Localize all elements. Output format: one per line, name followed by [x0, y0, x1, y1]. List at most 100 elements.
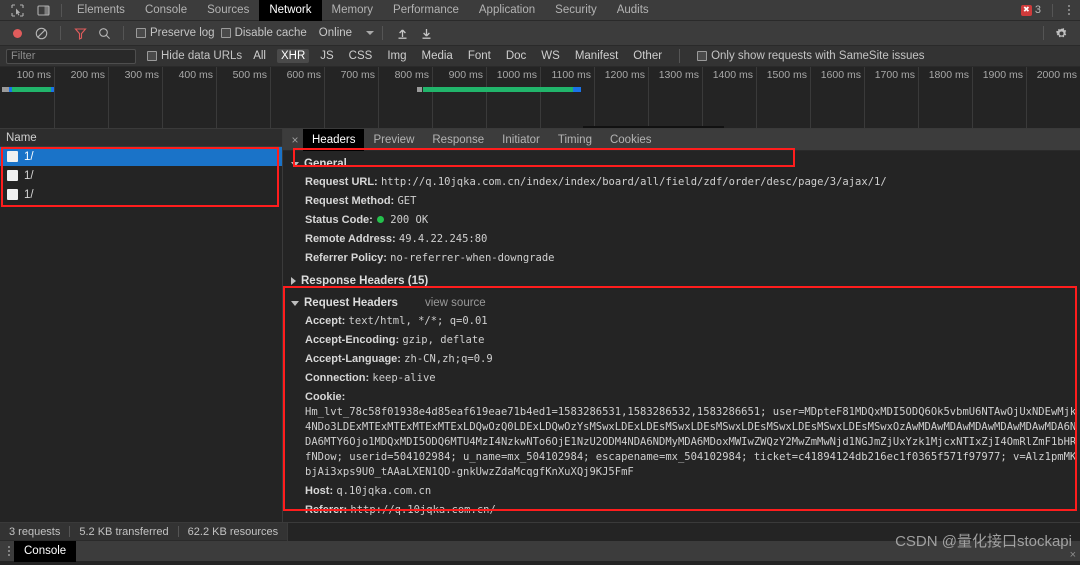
status-requests: 3 requests — [9, 525, 61, 538]
status-resources: 62.2 KB resources — [187, 525, 279, 538]
tab-memory[interactable]: Memory — [322, 0, 384, 21]
timeline-tick-label: 800 ms — [394, 69, 429, 81]
tabbar-right-divider — [1052, 3, 1053, 17]
import-har-button[interactable] — [391, 22, 413, 44]
disable-cache-box — [220, 28, 231, 38]
throttling-value: Online — [318, 27, 353, 39]
cookie-key: Cookie: — [305, 391, 346, 403]
request-method-value: GET — [397, 195, 417, 207]
filter-type-media[interactable]: Media — [418, 49, 457, 63]
section-response-headers[interactable]: Response Headers (15) — [283, 272, 1080, 290]
toolbar-divider-1 — [60, 26, 61, 40]
devtools-window: Elements Console Sources Network Memory … — [0, 0, 1080, 565]
clear-button[interactable] — [30, 22, 52, 44]
tab-response[interactable]: Response — [423, 129, 493, 151]
section-request-headers-title: Request Headers — [304, 297, 398, 309]
filter-type-js[interactable]: JS — [316, 49, 337, 63]
overview-selection-marker[interactable] — [583, 126, 724, 128]
error-icon: ✖ — [1020, 4, 1032, 16]
preserve-log-box — [136, 28, 146, 38]
filter-type-xhr[interactable]: XHR — [276, 49, 310, 63]
drawer-menu-icon[interactable] — [4, 546, 14, 556]
tab-network[interactable]: Network — [259, 0, 322, 21]
chevron-right-icon — [291, 277, 296, 285]
record-button[interactable] — [6, 22, 28, 44]
disable-cache-label: Disable cache — [234, 27, 307, 39]
view-source-link[interactable]: view source — [425, 297, 486, 309]
request-row-3[interactable]: 1/ — [0, 185, 282, 204]
filter-type-ws[interactable]: WS — [537, 49, 564, 63]
close-icon[interactable]: × — [287, 133, 303, 147]
section-request-headers[interactable]: Request Headers view source — [283, 294, 1080, 312]
network-toolbar: Preserve log Disable cache Online — [0, 21, 1080, 46]
tab-cookies[interactable]: Cookies — [601, 129, 661, 151]
filter-input[interactable]: Filter — [6, 48, 136, 64]
tab-sources[interactable]: Sources — [197, 0, 259, 21]
filter-type-other[interactable]: Other — [629, 49, 666, 63]
filter-type-doc[interactable]: Doc — [502, 49, 530, 63]
request-row-1[interactable]: 1/ — [0, 147, 282, 166]
search-icon[interactable] — [93, 22, 115, 44]
tab-application[interactable]: Application — [469, 0, 545, 21]
document-icon — [7, 151, 18, 162]
filter-type-css[interactable]: CSS — [345, 49, 377, 63]
filter-type-all[interactable]: All — [249, 49, 270, 63]
status-code-value: 200 OK — [390, 214, 429, 226]
tab-headers[interactable]: Headers — [303, 129, 365, 151]
general-request-method: Request Method: GET — [283, 192, 1080, 211]
tab-console[interactable]: Console — [135, 0, 197, 21]
disable-cache-checkbox[interactable]: Disable cache — [220, 27, 307, 39]
document-icon — [7, 189, 18, 200]
device-toggle-icon[interactable] — [30, 0, 56, 20]
tab-elements[interactable]: Elements — [67, 0, 135, 21]
timeline-tick-label: 1000 ms — [496, 69, 537, 81]
filter-button[interactable] — [69, 22, 91, 44]
toolbar-right-group — [1037, 22, 1080, 44]
tab-initiator[interactable]: Initiator — [493, 129, 549, 151]
filter-type-manifest[interactable]: Manifest — [571, 49, 622, 63]
more-options-icon[interactable] — [1064, 5, 1074, 15]
drawer-tabbar: Console — [0, 540, 1080, 562]
remote-address-key: Remote Address: — [305, 233, 396, 245]
watermark-close-icon[interactable]: × — [1070, 549, 1076, 561]
settings-gear-icon[interactable] — [1050, 22, 1072, 44]
filter-type-font[interactable]: Font — [464, 49, 495, 63]
header-key: Accept-Language: — [305, 353, 401, 365]
request-name: 1/ — [24, 150, 34, 163]
header-value: zh-CN,zh;q=0.9 — [404, 353, 493, 365]
header-accept-language: Accept-Language: zh-CN,zh;q=0.9 — [283, 350, 1080, 369]
hide-data-urls-checkbox[interactable]: Hide data URLs — [147, 50, 242, 62]
timeline-tick-label: 1100 ms — [551, 69, 592, 81]
inspect-icon[interactable] — [4, 0, 30, 20]
timeline-tick-label: 1800 ms — [928, 69, 969, 81]
throttling-select[interactable]: Online — [318, 27, 375, 39]
status-ok-icon — [377, 216, 385, 223]
status-bar-filler — [287, 522, 1080, 541]
column-header-name[interactable]: Name — [0, 129, 282, 147]
timeline-tick-label: 2000 ms — [1036, 69, 1077, 81]
drawer-tab-console[interactable]: Console — [14, 540, 77, 562]
export-har-button[interactable] — [415, 22, 437, 44]
request-row-2[interactable]: 1/ — [0, 166, 282, 185]
error-badge[interactable]: ✖ 3 — [1020, 4, 1041, 16]
tab-performance[interactable]: Performance — [383, 0, 469, 21]
tab-preview[interactable]: Preview — [364, 129, 423, 151]
timeline-tick-label: 300 ms — [124, 69, 159, 81]
request-name: 1/ — [24, 188, 34, 201]
section-general[interactable]: General — [283, 155, 1080, 173]
remote-address-value: 49.4.22.245:80 — [398, 233, 488, 245]
samesite-issues-checkbox[interactable]: Only show requests with SameSite issues — [697, 50, 925, 62]
network-overview[interactable]: 100 ms 200 ms 300 ms 400 ms 500 ms 600 ms 700 … — [0, 67, 1080, 129]
tab-audits[interactable]: Audits — [607, 0, 659, 21]
tab-security[interactable]: Security — [545, 0, 607, 21]
filter-type-img[interactable]: Img — [383, 49, 410, 63]
cookie-value: Hm_lvt_78c58f01938e4d85eaf619eae71b4ed1=… — [305, 406, 1077, 478]
toolbar-divider-4 — [1043, 26, 1044, 40]
preserve-log-checkbox[interactable]: Preserve log — [136, 27, 215, 39]
headers-body: General Request URL: http://q.10jqka.com… — [283, 151, 1080, 522]
timeline-tick-label: 1600 ms — [820, 69, 861, 81]
header-connection: Connection: keep-alive — [283, 369, 1080, 388]
filterbar-divider — [679, 49, 681, 63]
tab-timing[interactable]: Timing — [549, 129, 601, 151]
tabbar-right-group: ✖ 3 — [1020, 3, 1080, 17]
